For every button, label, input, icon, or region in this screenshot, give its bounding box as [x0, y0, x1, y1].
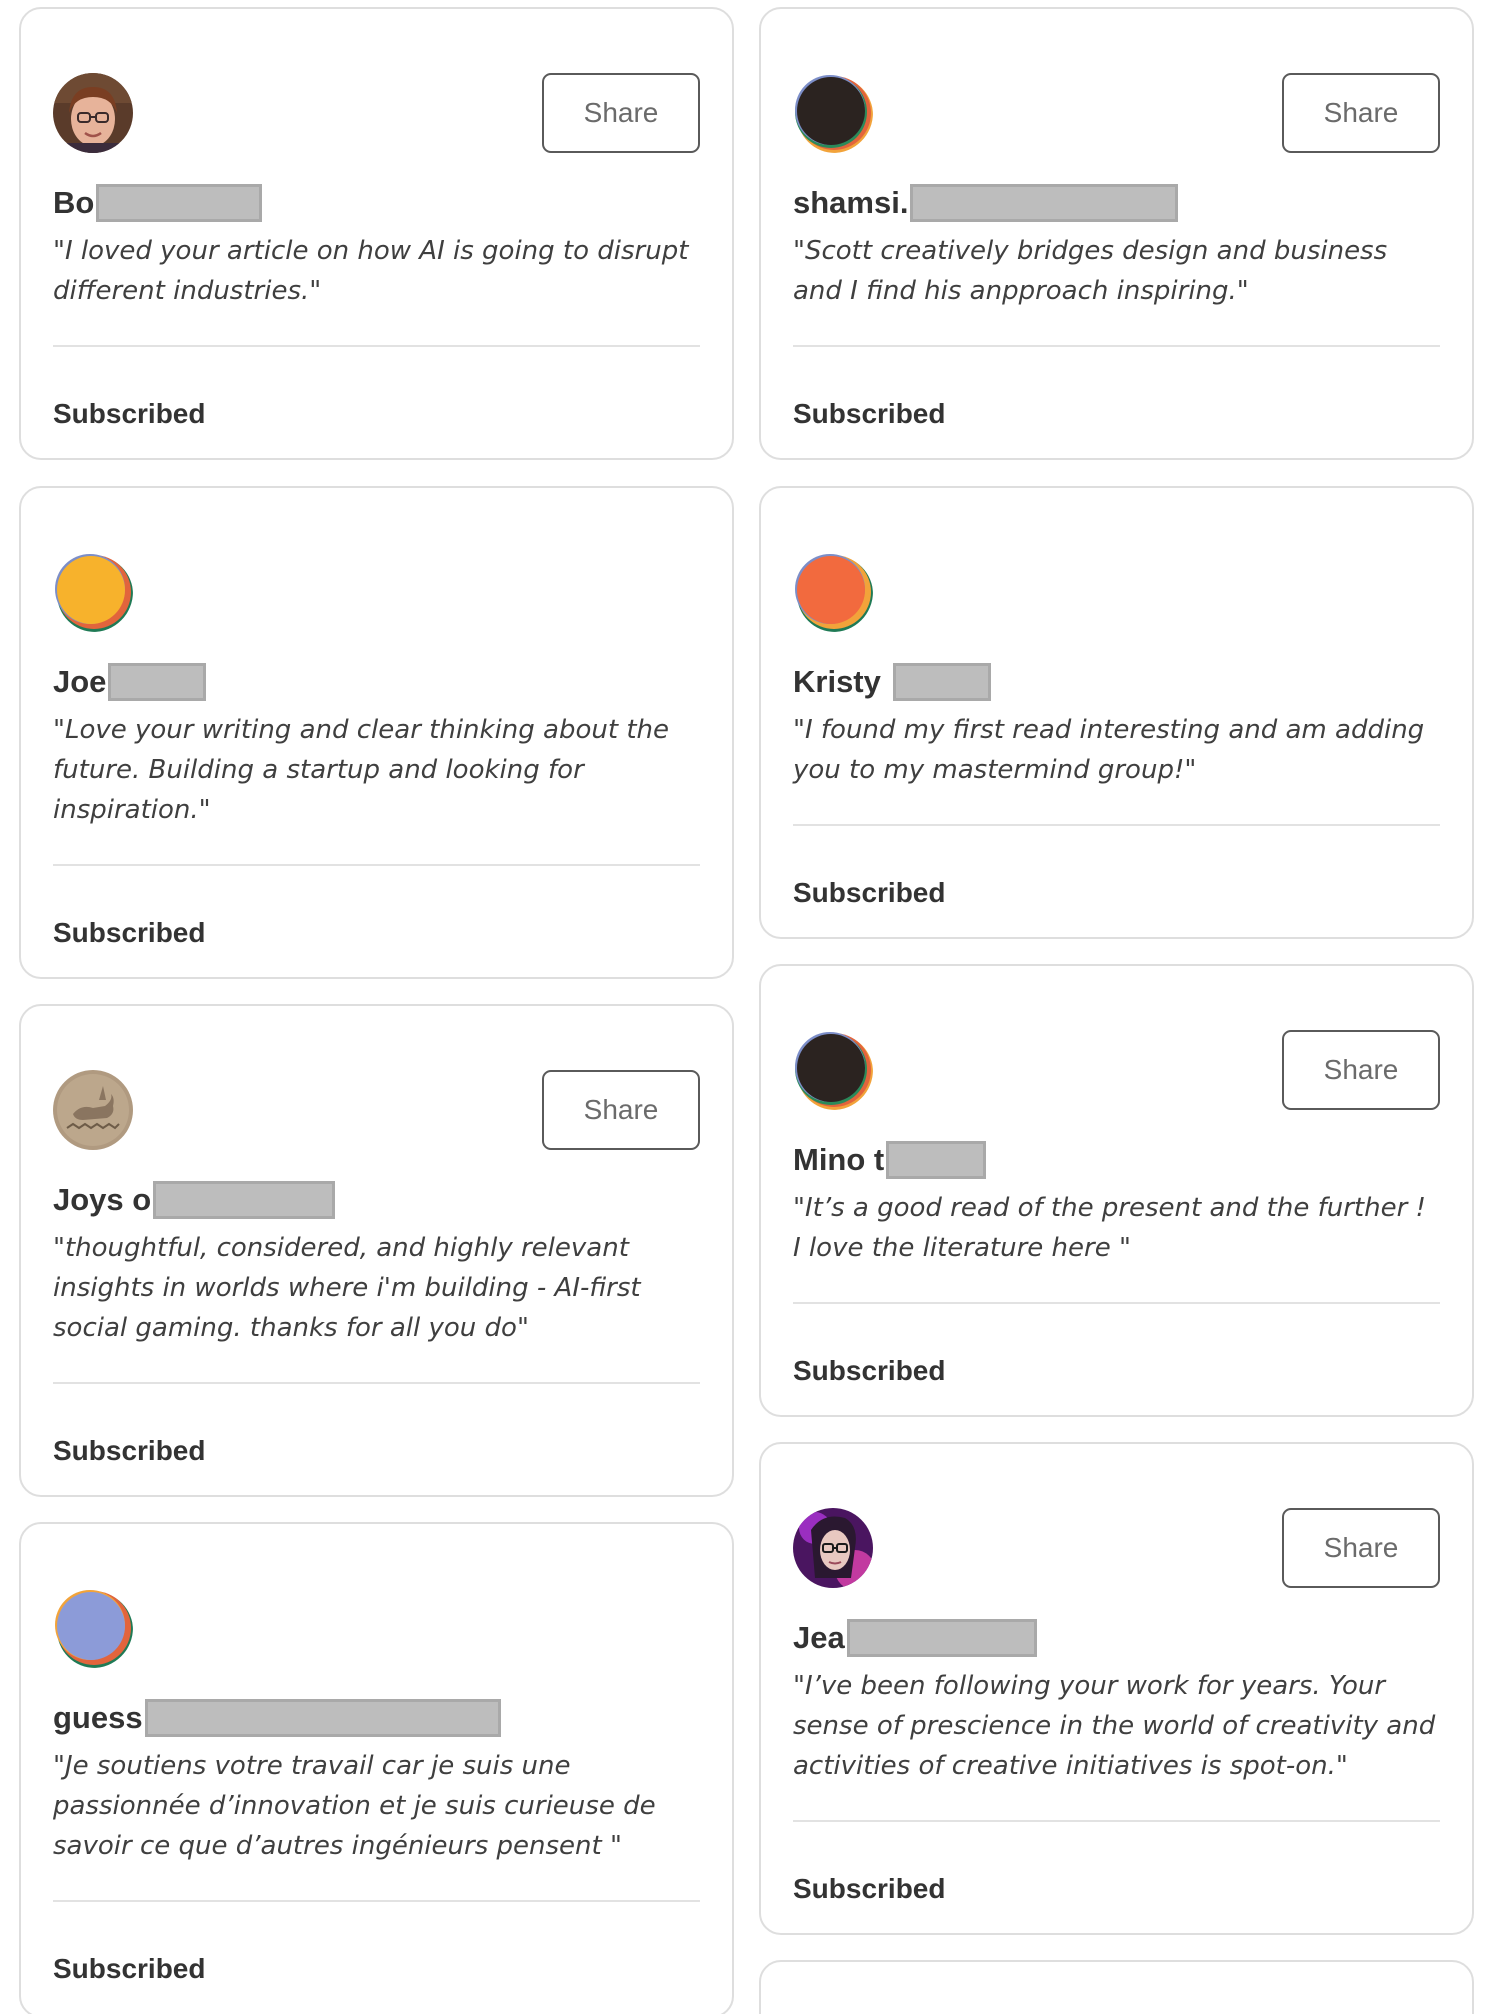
divider — [793, 1302, 1440, 1304]
avatar[interactable] — [793, 1508, 873, 1588]
avatar[interactable] — [53, 73, 133, 153]
share-button[interactable]: Share — [1282, 1030, 1440, 1110]
subscriber-name-row: Bo — [53, 181, 263, 225]
avatar[interactable] — [53, 1070, 133, 1150]
subscriber-name: Bo — [53, 185, 95, 220]
divider — [53, 864, 700, 866]
subscriber-card: Share Bo "I loved your article on how AI… — [19, 7, 734, 460]
share-button[interactable]: Share — [542, 1070, 700, 1150]
subscriber-card: Share Joys o "thoughtful, considered, an… — [19, 1004, 734, 1497]
subscriber-name: Kristy — [793, 664, 881, 699]
redaction-bar — [886, 1141, 987, 1179]
redaction-bar — [108, 663, 207, 701]
subscriber-name-row: shamsi. — [793, 181, 1179, 225]
subscriber-name: guess — [53, 1700, 143, 1735]
subscription-status: Subscribed — [53, 917, 206, 948]
subscriber-name: Joys o — [53, 1182, 152, 1217]
subscription-status: Subscribed — [793, 1355, 946, 1386]
subscriber-name-row: Kristy — [793, 660, 991, 704]
redaction-bar — [910, 184, 1179, 222]
subscriber-name: Mino t — [793, 1142, 885, 1177]
subscriber-name: Joe — [53, 664, 107, 699]
share-button[interactable]: Share — [1282, 73, 1440, 153]
subscriber-quote: "Scott creatively bridges design and bus… — [793, 236, 1388, 306]
redaction-bar — [96, 184, 263, 222]
redaction-bar — [144, 1699, 501, 1737]
divider — [53, 345, 700, 347]
subscription-status: Subscribed — [53, 398, 206, 429]
subscriber-card: guess "Je soutiens votre travail car je … — [19, 1522, 734, 2014]
subscription-status: Subscribed — [793, 877, 946, 908]
divider — [53, 1900, 700, 1902]
avatar[interactable] — [53, 1588, 133, 1668]
share-button[interactable]: Share — [542, 73, 700, 153]
subscriber-name-row: Joys o — [53, 1178, 336, 1222]
share-button[interactable]: Share — [1282, 1508, 1440, 1588]
subscriber-name-row: Mino t — [793, 1138, 987, 1182]
avatar[interactable] — [53, 552, 133, 632]
subscriber-card: Share Jea "I’ve been following your work… — [759, 1442, 1474, 1935]
subscriber-name: shamsi. — [793, 185, 909, 220]
avatar[interactable] — [793, 552, 873, 632]
subscriber-card-partial — [759, 1960, 1474, 2014]
subscriber-name-row: Joe — [53, 660, 207, 704]
subscriber-card: Joe "Love your writing and clear thinkin… — [19, 486, 734, 979]
redaction-bar — [153, 1181, 336, 1219]
avatar[interactable] — [793, 1030, 873, 1110]
subscriber-quote: "I loved your article on how AI is going… — [53, 236, 689, 306]
subscriber-card: Kristy "I found my first read interestin… — [759, 486, 1474, 939]
subscriber-quote: "I found my first read interesting and a… — [793, 715, 1425, 785]
subscriber-card: Share shamsi. "Scott creatively bridges … — [759, 7, 1474, 460]
redaction-bar — [846, 1619, 1037, 1657]
subscriber-quote: "Love your writing and clear thinking ab… — [53, 715, 670, 825]
avatar[interactable] — [793, 73, 873, 153]
subscription-status: Subscribed — [793, 1873, 946, 1904]
divider — [793, 345, 1440, 347]
subscriber-name-row: Jea — [793, 1616, 1037, 1660]
subscriber-name-row: guess — [53, 1696, 501, 1740]
subscriber-quote: "It’s a good read of the present and the… — [793, 1193, 1426, 1263]
subscription-status: Subscribed — [793, 398, 946, 429]
redaction-bar — [892, 663, 991, 701]
divider — [793, 1820, 1440, 1822]
subscription-status: Subscribed — [53, 1953, 206, 1984]
subscriber-quote: "I’ve been following your work for years… — [793, 1671, 1436, 1781]
subscriber-name: Jea — [793, 1620, 845, 1655]
subscriber-card: Share Mino t "It’s a good read of the pr… — [759, 964, 1474, 1417]
divider — [793, 824, 1440, 826]
subscriber-quote: "Je soutiens votre travail car je suis u… — [53, 1751, 656, 1861]
subscriber-quote: "thoughtful, considered, and highly rele… — [53, 1233, 641, 1343]
subscription-status: Subscribed — [53, 1435, 206, 1466]
divider — [53, 1382, 700, 1384]
